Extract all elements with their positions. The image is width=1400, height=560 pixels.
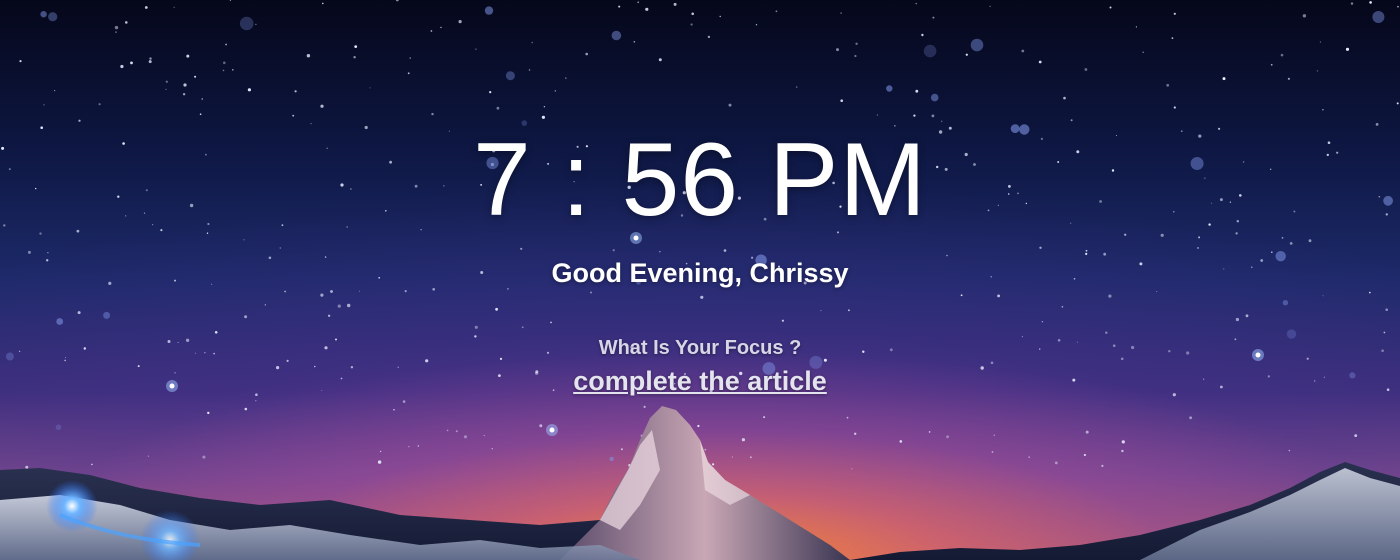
focus-task-link[interactable]: complete the article xyxy=(0,366,1400,397)
focus-question: What Is Your Focus ? xyxy=(598,337,802,359)
background-scene: 7 : 56 PM Good Evening, Chrissy What Is … xyxy=(0,0,1400,560)
clock-time: 7 : 56 PM xyxy=(472,122,928,238)
greeting-text: Good Evening, Chrissy xyxy=(551,258,849,288)
